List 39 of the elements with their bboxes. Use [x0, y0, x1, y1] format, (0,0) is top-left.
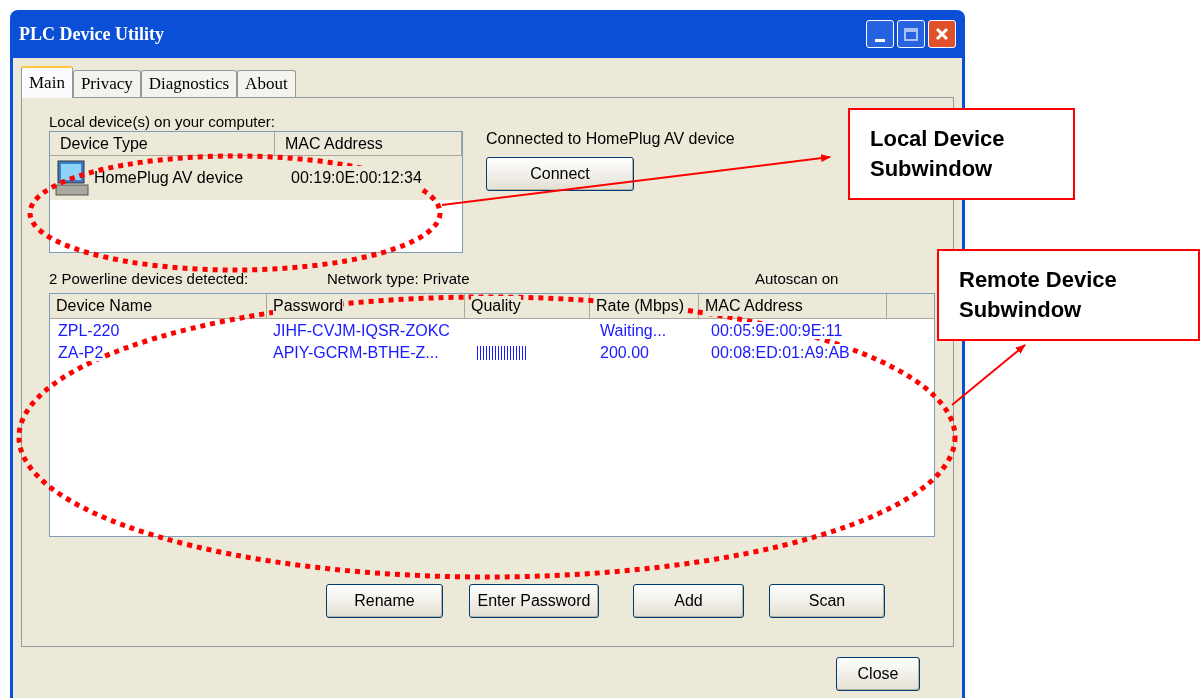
- tab[interactable]: About: [237, 70, 296, 97]
- callout-label: Remote Device Subwindow: [937, 249, 1200, 341]
- close-button[interactable]: [928, 20, 956, 48]
- column-header[interactable]: Device Type: [50, 132, 275, 155]
- minimize-button[interactable]: [866, 20, 894, 48]
- action-button[interactable]: Scan: [769, 584, 885, 618]
- autoscan-status: Autoscan on: [755, 269, 839, 289]
- table-cell: ZA-P2: [58, 344, 104, 361]
- device-count: 2 Powerline devices detected:: [49, 269, 250, 289]
- table-cell-text: HomePlug AV device: [93, 168, 245, 188]
- table-cell: APIY-GCRM-BTHE-Z...: [273, 344, 439, 361]
- action-button[interactable]: Enter Password: [469, 584, 599, 618]
- action-button[interactable]: Add: [633, 584, 744, 618]
- table-cell: JIHF-CVJM-IQSR-ZOKC: [273, 322, 450, 339]
- window-title: PLC Device Utility: [19, 22, 164, 46]
- computer-icon: [54, 159, 90, 197]
- close-icon: [934, 26, 950, 42]
- callout-label: Local Device Subwindow: [848, 108, 1075, 200]
- tab[interactable]: Main: [21, 66, 73, 98]
- action-button[interactable]: Rename: [326, 584, 443, 618]
- network-type: Network type: Private: [327, 269, 471, 289]
- tab[interactable]: Privacy: [72, 70, 141, 97]
- close-dialog-button[interactable]: Close: [836, 657, 920, 691]
- column-header[interactable]: Rate (Mbps): [596, 296, 685, 316]
- table-cell: 00:05:9E:00:9E:11: [711, 322, 843, 339]
- table-cell: 200.00: [600, 344, 649, 361]
- column-header[interactable]: MAC Address: [275, 132, 462, 155]
- table-cell: ZPL-220: [58, 322, 120, 339]
- section-label: Local device(s) on your computer:: [49, 113, 276, 131]
- maximize-button[interactable]: [897, 20, 925, 48]
- connect-button[interactable]: Connect: [486, 157, 634, 191]
- tab[interactable]: Diagnostics: [140, 70, 238, 97]
- table-cell: Waiting...: [600, 322, 667, 339]
- column-header[interactable]: Quality: [471, 296, 521, 316]
- column-header[interactable]: MAC Address: [705, 296, 803, 316]
- table-cell: 00:19:0E:00:12:34: [291, 166, 422, 190]
- column-header[interactable]: Password: [273, 296, 344, 316]
- table-cell: 00:08:ED:01:A9:AB: [711, 344, 850, 361]
- connection-status: Connected to HomePlug AV device: [486, 129, 735, 149]
